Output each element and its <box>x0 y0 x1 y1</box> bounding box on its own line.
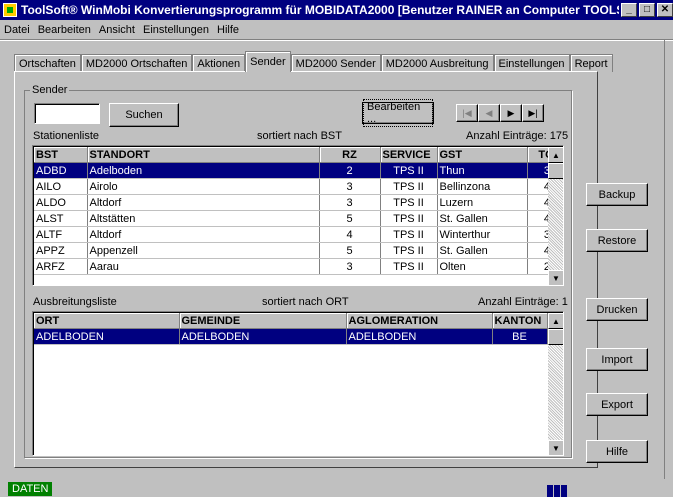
restore-button[interactable]: Restore <box>586 229 648 252</box>
scroll-thumb[interactable] <box>548 163 563 179</box>
stations-table: BST STANDORT RZ SERVICE GST TGC ADBDAdel… <box>34 147 563 275</box>
spread-grid[interactable]: ORT GEMEINDE AGLOMERATION KANTON ADELBOD… <box>32 311 564 456</box>
menu-bar: Datei Bearbeiten Ansicht Einstellungen H… <box>0 20 673 39</box>
next-record-button[interactable]: ▶ <box>500 104 522 122</box>
backup-button[interactable]: Backup <box>586 183 648 206</box>
spread-count: Anzahl Einträge: 1 <box>478 296 568 308</box>
last-record-button[interactable]: ▶| <box>522 104 544 122</box>
table-row[interactable]: APPZAppenzell5TPS IISt. Gallen40 <box>34 242 563 259</box>
tab-md2000-sender[interactable]: MD2000 Sender <box>290 54 381 72</box>
col-rz[interactable]: RZ <box>319 147 381 163</box>
scroll-up-icon[interactable]: ▲ <box>548 313 563 329</box>
spread-table: ORT GEMEINDE AGLOMERATION KANTON ADELBOD… <box>34 313 548 345</box>
table-row[interactable]: ADBDAdelboden2TPS IIThun34 <box>34 162 563 179</box>
menu-bearbeiten[interactable]: Bearbeiten <box>34 24 95 36</box>
prev-record-button[interactable]: ◀ <box>478 104 500 122</box>
table-row[interactable]: ALSTAltstätten5TPS IISt. Gallen40 <box>34 210 563 227</box>
sender-group-label: Sender <box>30 84 70 96</box>
app-icon[interactable] <box>3 3 17 17</box>
col-ort[interactable]: ORT <box>34 313 180 329</box>
menu-hilfe[interactable]: Hilfe <box>213 24 243 36</box>
tab-sender[interactable]: Sender <box>245 51 291 72</box>
import-button[interactable]: Import <box>586 348 648 371</box>
menu-einstellungen[interactable]: Einstellungen <box>139 24 213 36</box>
record-navigator: |◀ ◀ ▶ ▶| <box>456 104 544 122</box>
tab-einstellungen[interactable]: Einstellungen <box>493 54 570 72</box>
spread-scrollbar[interactable]: ▲ ▼ <box>548 313 563 455</box>
search-input[interactable] <box>34 103 100 124</box>
stations-count: Anzahl Einträge: 175 <box>466 130 569 142</box>
tab-md2000-ausbreitung[interactable]: MD2000 Ausbreitung <box>380 54 494 72</box>
minimize-button[interactable]: _ <box>621 3 637 17</box>
status-badge: DATEN <box>8 482 53 496</box>
maximize-button[interactable]: □ <box>639 3 655 17</box>
spread-sort: sortiert nach ORT <box>262 296 349 308</box>
stations-title: Stationenliste <box>33 130 100 142</box>
scroll-down-icon[interactable]: ▼ <box>548 270 563 285</box>
tab-report[interactable]: Report <box>569 54 613 72</box>
col-standort[interactable]: STANDORT <box>87 147 320 163</box>
title-bar[interactable]: ToolSoft® WinMobi Konvertierungsprogramm… <box>0 0 673 20</box>
first-record-button[interactable]: |◀ <box>456 104 478 122</box>
spread-header-row: ORT GEMEINDE AGLOMERATION KANTON <box>34 313 548 329</box>
print-button[interactable]: Drucken <box>586 298 648 321</box>
col-service[interactable]: SERVICE <box>380 147 438 163</box>
tab-ortschaften[interactable]: Ortschaften <box>14 54 81 72</box>
help-button[interactable]: Hilfe <box>586 440 648 463</box>
col-aglomeration[interactable]: AGLOMERATION <box>346 313 493 329</box>
spread-title: Ausbreitungsliste <box>33 296 117 308</box>
window-title: ToolSoft® WinMobi Konvertierungsprogramm… <box>21 3 619 17</box>
close-button[interactable]: ✕ <box>657 3 673 17</box>
tab-aktionen[interactable]: Aktionen <box>192 54 246 72</box>
export-button[interactable]: Export <box>586 393 648 416</box>
edit-button[interactable]: Bearbeiten ... <box>362 99 434 127</box>
table-row[interactable]: ARFZAarau3TPS IIOlten27 <box>34 258 563 275</box>
tab-strip: Ortschaften MD2000 Ortschaften Aktionen … <box>14 51 613 72</box>
status-bar <box>0 479 673 497</box>
scroll-up-icon[interactable]: ▲ <box>548 147 563 163</box>
stations-scrollbar[interactable]: ▲ ▼ <box>548 147 563 285</box>
menu-separator <box>0 39 673 40</box>
table-row[interactable]: ADELBODEN ADELBODEN ADELBODEN BE <box>34 328 548 345</box>
stations-sort: sortiert nach BST <box>257 130 342 142</box>
scroll-thumb[interactable] <box>548 329 563 345</box>
activity-indicator-icon <box>547 485 568 497</box>
tab-md2000-ortschaften[interactable]: MD2000 Ortschaften <box>80 54 193 72</box>
menu-ansicht[interactable]: Ansicht <box>95 24 139 36</box>
window-edge <box>664 40 665 479</box>
stations-header-row: BST STANDORT RZ SERVICE GST TGC <box>34 147 563 163</box>
search-button[interactable]: Suchen <box>109 103 179 127</box>
table-row[interactable]: ALTFAltdorf4TPS IIWinterthur35 <box>34 226 563 243</box>
table-row[interactable]: ALDOAltdorf3TPS IILuzern42 <box>34 194 563 211</box>
col-gemeinde[interactable]: GEMEINDE <box>179 313 347 329</box>
col-kanton[interactable]: KANTON <box>492 313 548 329</box>
menu-datei[interactable]: Datei <box>0 24 34 36</box>
col-bst[interactable]: BST <box>34 147 88 163</box>
stations-grid[interactable]: BST STANDORT RZ SERVICE GST TGC ADBDAdel… <box>32 145 564 286</box>
table-row[interactable]: AILOAirolo3TPS IIBellinzona41 <box>34 178 563 195</box>
col-gst[interactable]: GST <box>437 147 528 163</box>
scroll-down-icon[interactable]: ▼ <box>548 440 563 455</box>
